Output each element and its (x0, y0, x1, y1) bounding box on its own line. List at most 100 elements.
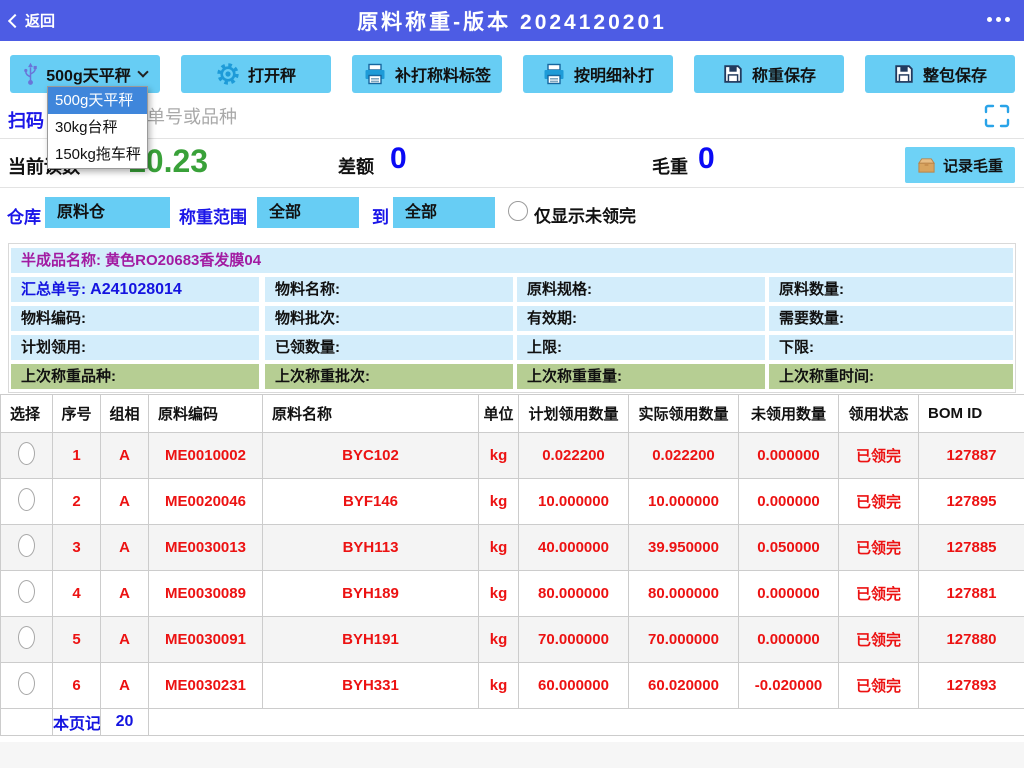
col-status: 领用状态 (839, 395, 919, 433)
cell-seq: 1 (53, 433, 101, 479)
bottom-strip (0, 742, 1024, 768)
row-select-radio[interactable] (18, 672, 35, 695)
scale-dropdown: 500g天平秤 30kg台秤 150kg拖车秤 (47, 86, 148, 169)
cell-bom-id: 127895 (919, 479, 1024, 525)
page-records-count: 20 (101, 709, 149, 736)
save-icon (722, 63, 744, 85)
col-unit: 单位 (479, 395, 519, 433)
scan-frame-icon[interactable] (984, 104, 1010, 128)
materials-table-body: 1AME0010002BYC102kg0.0222000.0222000.000… (1, 433, 1024, 709)
row-select-radio[interactable] (18, 534, 35, 557)
cell-remaining-qty: 0.000000 (739, 571, 839, 617)
cell-material-name: BYH189 (263, 571, 479, 617)
cell-status: 已领完 (839, 479, 919, 525)
table-footer-row: 本页记录 20 (1, 709, 1024, 736)
cell-actual-qty: 10.000000 (629, 479, 739, 525)
scan-row: 扫码 (0, 96, 1024, 139)
cell-planned-qty: 40.000000 (519, 525, 629, 571)
col-material-code: 原料编码 (149, 395, 263, 433)
last-weigh-batch-cell: 上次称重批次: (265, 364, 513, 389)
cell-remaining-qty: 0.000000 (739, 479, 839, 525)
cell-unit: kg (479, 433, 519, 479)
open-scale-label: 打开秤 (248, 62, 296, 86)
cell-bom-id: 127893 (919, 663, 1024, 709)
row-select-radio[interactable] (18, 580, 35, 603)
back-button[interactable]: 返回 (10, 0, 55, 41)
cell-material-code: ME0030013 (149, 525, 263, 571)
cell-actual-qty: 0.022200 (629, 433, 739, 479)
page-title: 原料称重-版本 2024120201 (0, 6, 1024, 36)
semi-product-name-value: 黄色RO20683香发膜04 (105, 252, 261, 269)
unfinished-only-radio[interactable] (508, 201, 528, 221)
select-cell (1, 479, 53, 525)
chevron-down-icon (137, 66, 148, 77)
cell-planned-qty: 10.000000 (519, 479, 629, 525)
table-row: 4AME0030089BYH189kg80.00000080.0000000.0… (1, 571, 1024, 617)
cell-status: 已领完 (839, 571, 919, 617)
select-cell (1, 663, 53, 709)
cell-seq: 5 (53, 617, 101, 663)
record-gross-weight-button[interactable]: 记录毛重 (905, 147, 1015, 183)
cell-material-name: BYF146 (263, 479, 479, 525)
cell-unit: kg (479, 571, 519, 617)
open-scale-button[interactable]: 打开秤 (181, 55, 331, 93)
dropdown-option-30kg[interactable]: 30kg台秤 (48, 114, 147, 141)
whole-pack-save-label: 整包保存 (923, 62, 987, 86)
weigh-save-button[interactable]: 称重保存 (694, 55, 844, 93)
page-records-label: 本页记录 (53, 709, 101, 736)
table-header-row: 选择 序号 组相 原料编码 原料名称 单位 计划领用数量 实际领用数量 未领用数… (1, 395, 1024, 433)
select-cell (1, 433, 53, 479)
cell-actual-qty: 70.000000 (629, 617, 739, 663)
to-label: 到 (372, 203, 389, 228)
save-icon (893, 63, 915, 85)
footer-empty (149, 709, 1024, 736)
cell-status: 已领完 (839, 617, 919, 663)
col-remaining-qty: 未领用数量 (739, 395, 839, 433)
filter-row: 仓库 原料仓 称重范围 全部 到 全部 仅显示未领完 (0, 192, 1024, 236)
issued-qty-cell: 已领数量: (265, 335, 513, 360)
difference-label: 差额 (338, 153, 374, 179)
material-name-cell: 物料名称: (265, 277, 513, 302)
gross-weight-label: 毛重 (652, 153, 688, 179)
cell-group: A (101, 663, 149, 709)
cell-remaining-qty: 0.000000 (739, 433, 839, 479)
material-batch-cell: 物料批次: (265, 306, 513, 331)
cell-material-name: BYH191 (263, 617, 479, 663)
cell-actual-qty: 39.950000 (629, 525, 739, 571)
scan-input[interactable] (55, 101, 965, 134)
box-icon (917, 157, 936, 173)
range-to-select[interactable]: 全部 (393, 197, 495, 228)
cell-actual-qty: 60.020000 (629, 663, 739, 709)
dropdown-option-500g[interactable]: 500g天平秤 (48, 87, 147, 114)
usb-icon (23, 61, 38, 87)
more-menu-icon[interactable] (987, 17, 1010, 22)
row-select-radio[interactable] (18, 626, 35, 649)
cell-planned-qty: 80.000000 (519, 571, 629, 617)
lower-limit-cell: 下限: (769, 335, 1013, 360)
unfinished-only-label: 仅显示未领完 (534, 202, 636, 227)
cell-remaining-qty: 0.000000 (739, 617, 839, 663)
warehouse-select[interactable]: 原料仓 (45, 197, 170, 228)
cell-material-name: BYH331 (263, 663, 479, 709)
range-from-select[interactable]: 全部 (257, 197, 359, 228)
footer-spacer (1, 709, 53, 736)
reprint-by-detail-button[interactable]: 按明细补打 (523, 55, 673, 93)
summary-order-cell: 汇总单号: A241028014 (11, 277, 259, 302)
select-cell (1, 617, 53, 663)
printer-icon (542, 62, 566, 86)
cell-unit: kg (479, 479, 519, 525)
cell-bom-id: 127881 (919, 571, 1024, 617)
cell-bom-id: 127887 (919, 433, 1024, 479)
record-gross-weight-label: 记录毛重 (943, 155, 1003, 176)
cell-group: A (101, 617, 149, 663)
dropdown-option-150kg[interactable]: 150kg拖车秤 (48, 141, 147, 168)
cell-unit: kg (479, 663, 519, 709)
cell-status: 已领完 (839, 525, 919, 571)
required-qty-cell: 需要数量: (769, 306, 1013, 331)
whole-pack-save-button[interactable]: 整包保存 (865, 55, 1015, 93)
cell-material-code: ME0030091 (149, 617, 263, 663)
row-select-radio[interactable] (18, 488, 35, 511)
cell-group: A (101, 571, 149, 617)
row-select-radio[interactable] (18, 442, 35, 465)
reprint-material-label-button[interactable]: 补打称料标签 (352, 55, 502, 93)
